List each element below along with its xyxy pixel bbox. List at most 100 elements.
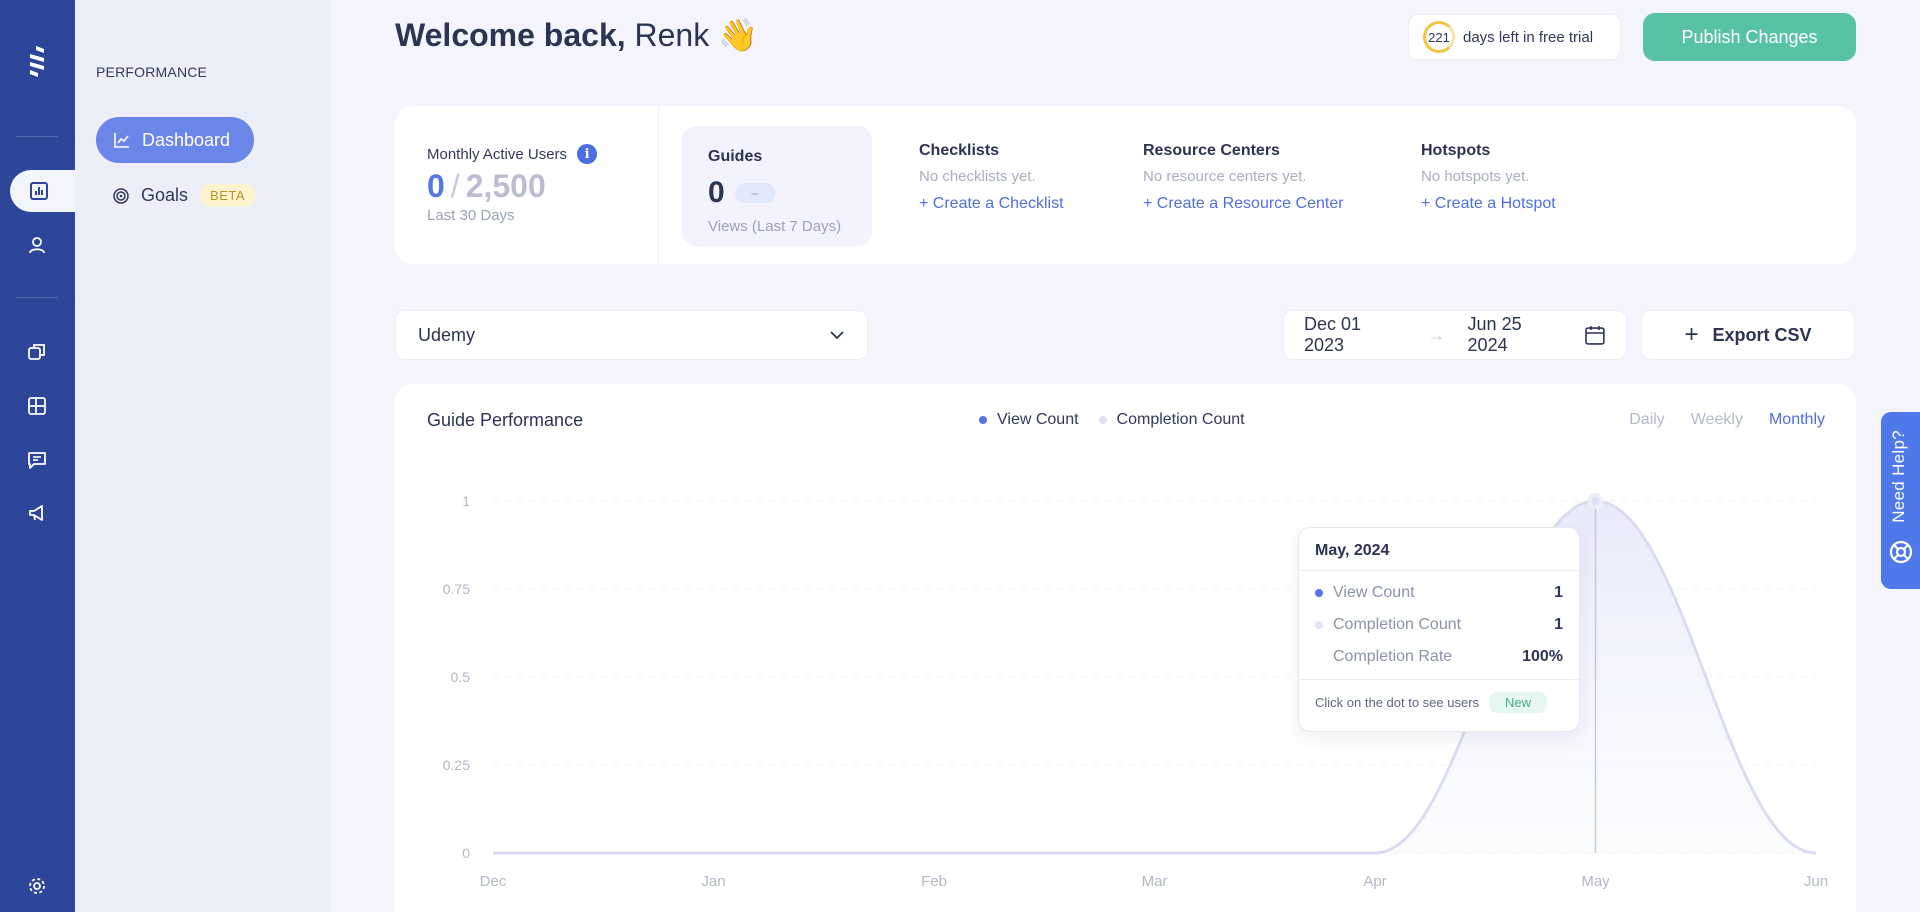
period-weekly[interactable]: Weekly <box>1691 411 1743 429</box>
rail-settings-button[interactable] <box>24 873 50 899</box>
rail-layout-button[interactable] <box>24 393 50 419</box>
tooltip-dot-view <box>1315 589 1323 597</box>
publish-changes-button[interactable]: Publish Changes <box>1643 13 1856 61</box>
app-select-value: Udemy <box>418 324 476 345</box>
new-badge: New <box>1489 691 1548 713</box>
tooltip-dot-completion <box>1315 621 1323 629</box>
welcome-text: Welcome back, <box>395 17 626 53</box>
tooltip-title: May, 2024 <box>1315 542 1390 559</box>
tooltip-label: View Count <box>1333 584 1415 601</box>
chart-icon <box>29 182 48 200</box>
beta-badge: BETA <box>200 184 256 207</box>
info-icon[interactable]: i <box>577 144 598 164</box>
trial-badge[interactable]: 221 days left in free trial <box>1408 14 1621 60</box>
chevron-down-icon <box>830 331 844 340</box>
legend-dot-completion <box>1098 416 1107 424</box>
hotspots-stat: Hotspots No hotspots yet. + Create a Hot… <box>1421 142 1556 213</box>
sidebar-section-title: PERFORMANCE <box>96 64 208 80</box>
mau-stat: Monthly Active Users i 0/2,500 Last 30 D… <box>427 144 598 224</box>
rail-divider <box>16 297 58 298</box>
export-csv-button[interactable]: + Export CSV <box>1641 310 1855 360</box>
sidebar-item-goals[interactable]: Goals BETA <box>113 184 256 207</box>
legend-dot-view <box>979 416 987 424</box>
icon-rail <box>0 0 75 912</box>
period-monthly[interactable]: Monthly <box>1769 411 1825 429</box>
guide-performance-card: Guide Performance View Count Completion … <box>395 384 1856 912</box>
logo-icon[interactable] <box>24 44 50 78</box>
date-range-picker[interactable]: Dec 01 2023 → Jun 25 2024 <box>1283 310 1627 360</box>
hotspots-empty: No hotspots yet. <box>1421 168 1530 185</box>
period-toggle: Daily Weekly Monthly <box>1603 411 1825 429</box>
stats-divider <box>658 106 659 264</box>
arrow-right-icon: → <box>1427 324 1446 345</box>
tooltip-value: 1 <box>1554 584 1563 601</box>
sidebar-item-label: Goals <box>141 185 189 205</box>
tooltip-value: 1 <box>1554 616 1563 633</box>
megaphone-icon <box>29 505 43 521</box>
hotspots-title: Hotspots <box>1421 142 1491 159</box>
guides-change-pill: – <box>734 183 775 203</box>
mau-label: Monthly Active Users <box>427 145 568 163</box>
tooltip-label: Completion Rate <box>1333 648 1453 665</box>
period-daily[interactable]: Daily <box>1629 411 1665 429</box>
tooltip-row-completion: Completion Count 1 <box>1299 609 1579 641</box>
target-icon <box>113 187 129 204</box>
legend-view-count[interactable]: View Count <box>997 411 1079 429</box>
sidebar-item-dashboard[interactable]: Dashboard <box>96 117 254 163</box>
create-resource-center-link[interactable]: + Create a Resource Center <box>1143 195 1344 213</box>
tooltip-value: 100% <box>1522 648 1563 665</box>
chart-title: Guide Performance <box>427 410 584 430</box>
date-from[interactable]: Dec 01 2023 <box>1304 314 1406 356</box>
checklists-stat: Checklists No checklists yet. + Create a… <box>919 142 1064 213</box>
rail-users-button[interactable] <box>24 232 50 258</box>
checklists-empty: No checklists yet. <box>919 168 1036 185</box>
sidebar: PERFORMANCE Dashboard Goals BETA <box>75 0 330 912</box>
tooltip-row-rate: Completion Rate 100% <box>1299 641 1579 673</box>
trial-text: days left in free trial <box>1463 28 1594 46</box>
mau-period: Last 30 Days <box>427 207 515 224</box>
wave-emoji: 👋 <box>718 17 758 53</box>
date-to[interactable]: Jun 25 2024 <box>1468 314 1567 356</box>
rail-chat-button[interactable] <box>24 447 50 473</box>
sidebar-item-label: Dashboard <box>142 129 231 150</box>
user-icon <box>29 237 45 254</box>
mau-value: 0/2,500 <box>427 168 597 205</box>
legend-completion-count[interactable]: Completion Count <box>1117 411 1245 429</box>
plus-icon: + <box>1684 321 1699 348</box>
mau-current: 0 <box>427 168 445 204</box>
need-help-label: Need Help? <box>1889 430 1908 523</box>
guides-title: Guides <box>708 148 763 165</box>
line-chart-icon <box>114 133 129 148</box>
guides-sub: Views (Last 7 Days) <box>708 218 842 235</box>
chart-tooltip: May, 2024 View Count 1 Completion Count … <box>1298 527 1580 732</box>
layout-icon <box>28 397 46 415</box>
resource-centers-stat: Resource Centers No resource centers yet… <box>1143 142 1344 213</box>
trial-days-ring: 221 <box>1423 21 1455 53</box>
create-checklist-link[interactable]: + Create a Checklist <box>919 195 1064 213</box>
mau-total: 2,500 <box>465 168 546 204</box>
app-select[interactable]: Udemy <box>395 310 868 360</box>
mau-slash: / <box>450 168 460 204</box>
calendar-icon[interactable] <box>1584 324 1606 346</box>
stats-card: Monthly Active Users i 0/2,500 Last 30 D… <box>395 106 1856 264</box>
rail-divider <box>16 136 58 137</box>
chart-legend: View Count Completion Count <box>979 411 1245 429</box>
settings-icon <box>29 878 45 894</box>
copy-icon <box>28 344 45 360</box>
chat-icon <box>28 452 46 469</box>
rail-guides-button[interactable] <box>24 339 50 365</box>
tooltip-row-view: View Count 1 <box>1299 577 1579 609</box>
page-title: Welcome back, Renk 👋 <box>395 16 758 54</box>
guides-value: 0 <box>708 176 725 209</box>
guides-stat[interactable]: Guides 0 – Views (Last 7 Days) <box>682 126 872 246</box>
need-help-tab[interactable]: Need Help? <box>1881 412 1920 589</box>
rail-dashboard-button[interactable] <box>10 170 75 212</box>
tooltip-footer-text: Click on the dot to see users <box>1315 694 1480 710</box>
create-hotspot-link[interactable]: + Create a Hotspot <box>1421 195 1556 213</box>
user-name: Renk <box>634 17 710 53</box>
tooltip-label: Completion Count <box>1333 616 1462 633</box>
resource-centers-empty: No resource centers yet. <box>1143 168 1307 185</box>
tooltip-footer: Click on the dot to see users New <box>1299 680 1579 724</box>
rail-announcements-button[interactable] <box>24 500 50 526</box>
mau-label-row: Monthly Active Users i <box>427 144 598 164</box>
